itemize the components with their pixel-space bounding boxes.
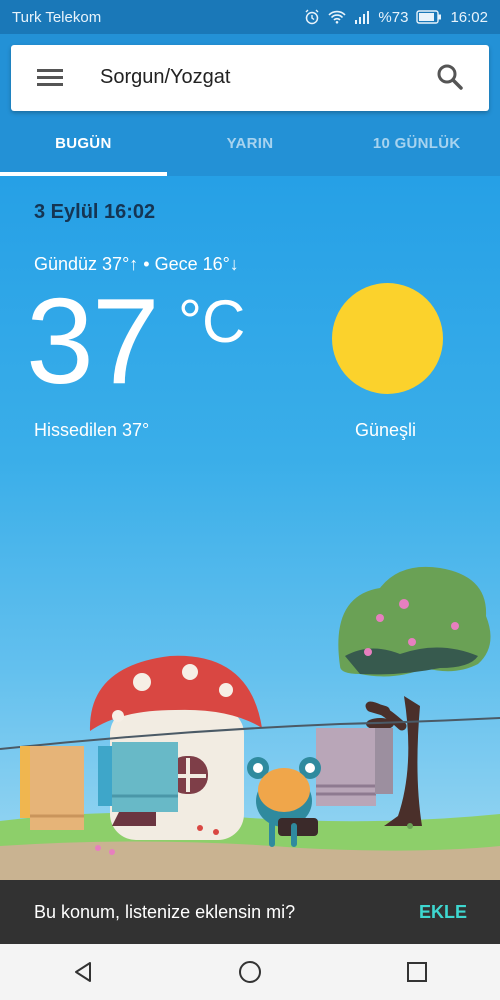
date-time: 3 Eylül 16:02 [34, 201, 156, 223]
current-temperature: 37 [26, 273, 160, 409]
day-night-temperatures: Gündüz 37°↑ • Gece 16°↓ [34, 254, 239, 274]
app-header: Sorgun/Yozgat BUGÜN YARIN 10 GÜNLÜK [0, 34, 500, 176]
search-icon[interactable] [436, 63, 464, 91]
location-name[interactable]: Sorgun/Yozgat [100, 66, 230, 89]
battery-icon [416, 10, 442, 24]
feels-like: Hissedilen 37° [34, 420, 150, 440]
tab-today[interactable]: BUGÜN [0, 124, 167, 176]
add-location-snackbar: Bu konum, listenize eklensin mi? EKLE [0, 880, 500, 944]
temperature-unit: °C [178, 288, 246, 355]
navigation-bar [0, 944, 500, 1000]
status-bar: Turk Telekom %73 16:02 [0, 0, 500, 34]
recents-icon[interactable] [402, 957, 432, 987]
location-search-bar[interactable]: Sorgun/Yozgat [11, 45, 489, 111]
home-icon[interactable] [235, 957, 265, 987]
alarm-icon [304, 9, 320, 25]
hamburger-icon[interactable] [37, 66, 63, 88]
wifi-icon [328, 10, 347, 24]
back-icon[interactable] [68, 957, 98, 987]
tab-tomorrow[interactable]: YARIN [167, 124, 334, 176]
weather-panel: 3 Eylül 16:02 Gündüz 37°↑ • Gece 16°↓ 37… [0, 176, 500, 880]
clock: 16:02 [450, 8, 488, 26]
day-tabs: BUGÜN YARIN 10 GÜNLÜK [0, 124, 500, 176]
tab-10-day[interactable]: 10 GÜNLÜK [333, 124, 500, 176]
sun-icon [332, 283, 443, 394]
snackbar-message: Bu konum, listenize eklensin mi? [34, 902, 296, 922]
add-button[interactable]: EKLE [419, 902, 467, 923]
signal-icon [354, 10, 370, 24]
status-icons: %73 16:02 [304, 9, 488, 26]
weather-condition: Güneşli [355, 420, 417, 440]
battery-percent: %73 [378, 8, 409, 26]
weather-illustration [0, 566, 500, 880]
carrier-name: Turk Telekom [12, 8, 102, 26]
